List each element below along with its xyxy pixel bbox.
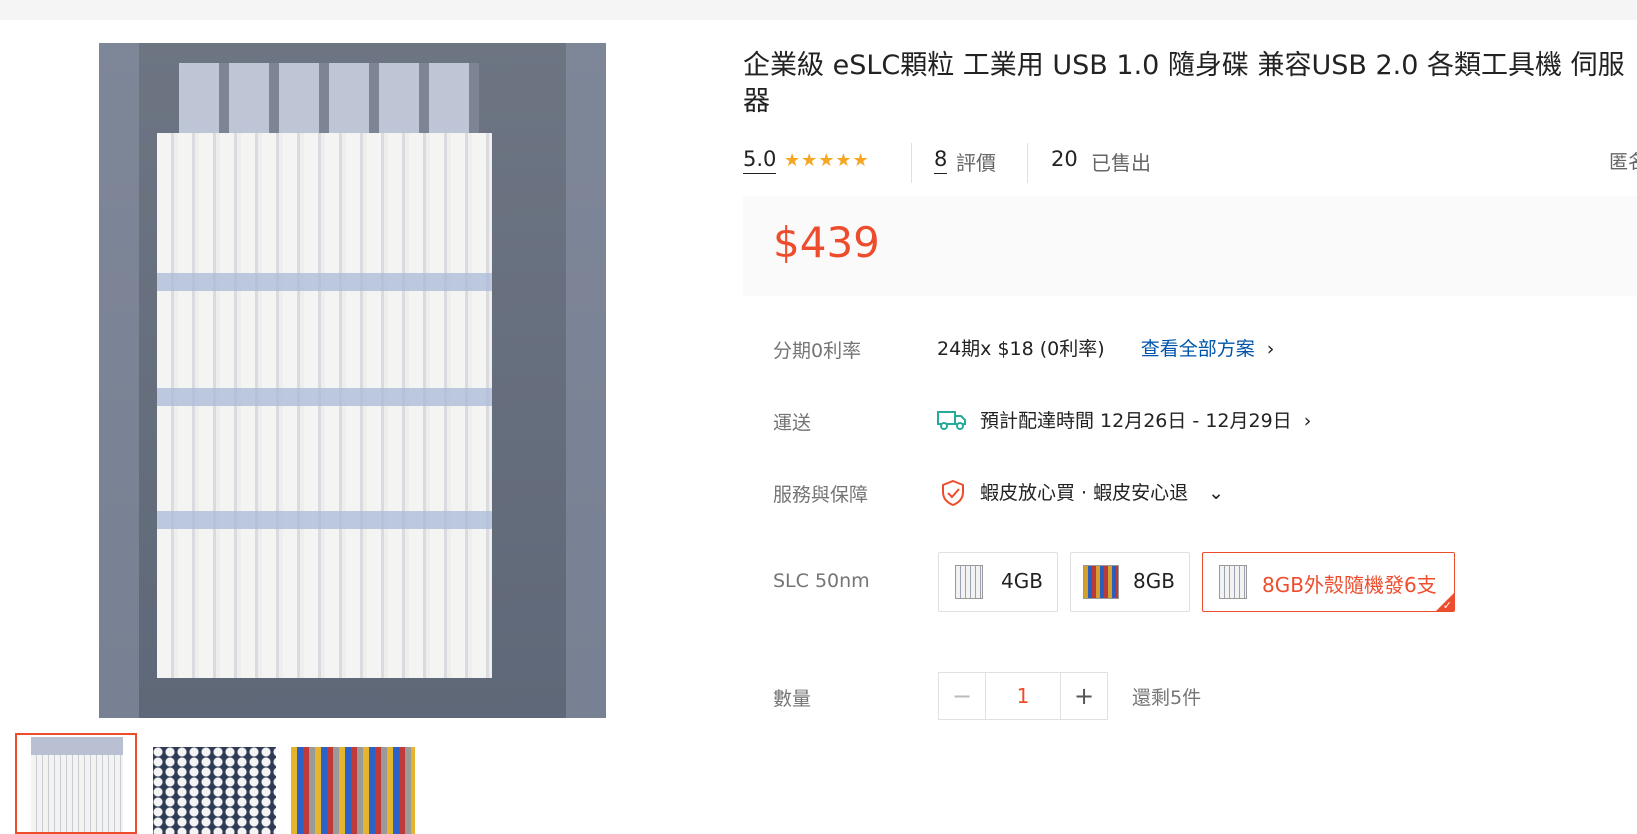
product-title: 企業級 eSLC顆粒 工業用 USB 1.0 隨身碟 兼容USB 2.0 各類工… (743, 50, 1625, 117)
variant-label: SLC 50nm (773, 570, 870, 592)
image-edge-right (566, 43, 606, 718)
thumbnail-3[interactable] (291, 747, 415, 834)
shield-icon (942, 479, 964, 507)
image-edge-left (99, 43, 139, 718)
variant-option-8gb[interactable]: 8GB (1070, 552, 1190, 612)
chevron-down-icon: ⌄ (1208, 482, 1225, 504)
variant-option-label: 8GB (1133, 569, 1175, 593)
delivery-estimate: 預計配達時間 12月26日 - 12月29日 (980, 410, 1292, 432)
quantity-label: 數量 (773, 688, 812, 710)
service-label: 服務與保障 (773, 484, 869, 506)
thumbnail-2[interactable] (153, 747, 276, 834)
decrease-quantity-button[interactable]: − (938, 672, 986, 720)
main-product-image[interactable] (99, 43, 606, 718)
review-label: 評價 (956, 151, 996, 175)
service-value[interactable]: 蝦皮放心買 · 蝦皮安心退 ⌄ (980, 478, 1224, 505)
sold-label: 已售出 (1091, 151, 1151, 175)
image-band (157, 511, 492, 529)
service-text: 蝦皮放心買 · 蝦皮安心退 (980, 482, 1189, 504)
view-all-plans-link[interactable]: 查看全部方案 › (1141, 338, 1275, 360)
thumbnail-1-selected[interactable] (15, 733, 137, 834)
installment-plan-text: 24期x $18 (0利率) (937, 338, 1105, 360)
view-all-plans-label: 查看全部方案 (1140, 338, 1255, 360)
top-bar (0, 0, 1637, 20)
sold-count: 20 (1051, 147, 1078, 171)
chevron-right-icon: › (1266, 338, 1275, 360)
chevron-right-icon: › (1303, 410, 1312, 432)
shipping-value[interactable]: 預計配達時間 12月26日 - 12月29日 › (980, 406, 1311, 433)
variant-option-label: 8GB外殼隨機發6支 (1262, 573, 1437, 597)
installment-value: 24期x $18 (0利率) 查看全部方案 › (937, 334, 1274, 361)
shipping-label: 運送 (773, 412, 812, 434)
installment-label: 分期0利率 (773, 340, 862, 362)
variant-thumbnail (955, 565, 983, 599)
check-icon: ✓ (1442, 599, 1452, 612)
divider (1027, 143, 1028, 183)
variant-thumbnail (1219, 565, 1247, 599)
price: $439 (773, 218, 880, 267)
variant-option-8gb-random-6[interactable]: 8GB外殼隨機發6支 ✓ (1202, 552, 1455, 612)
review-count[interactable]: 8 (934, 147, 948, 174)
divider (911, 143, 912, 183)
quantity-input[interactable]: 1 (985, 672, 1061, 720)
image-band (157, 388, 492, 406)
variant-thumbnail (1083, 565, 1119, 599)
variant-option-label: 4GB (1001, 569, 1043, 593)
truck-icon (937, 411, 966, 430)
report-link[interactable]: 匿名檢舉 (1609, 147, 1637, 174)
variant-option-4gb[interactable]: 4GB (938, 552, 1058, 612)
rating-score[interactable]: 5.0 (743, 147, 777, 174)
price-section: $439 (743, 196, 1637, 296)
stock-remaining: 還剩5件 (1132, 687, 1202, 709)
increase-quantity-button[interactable]: + (1060, 672, 1108, 720)
star-rating-icon: ★★★★★ (784, 150, 870, 171)
image-band (157, 273, 492, 291)
image-caps (179, 63, 479, 143)
